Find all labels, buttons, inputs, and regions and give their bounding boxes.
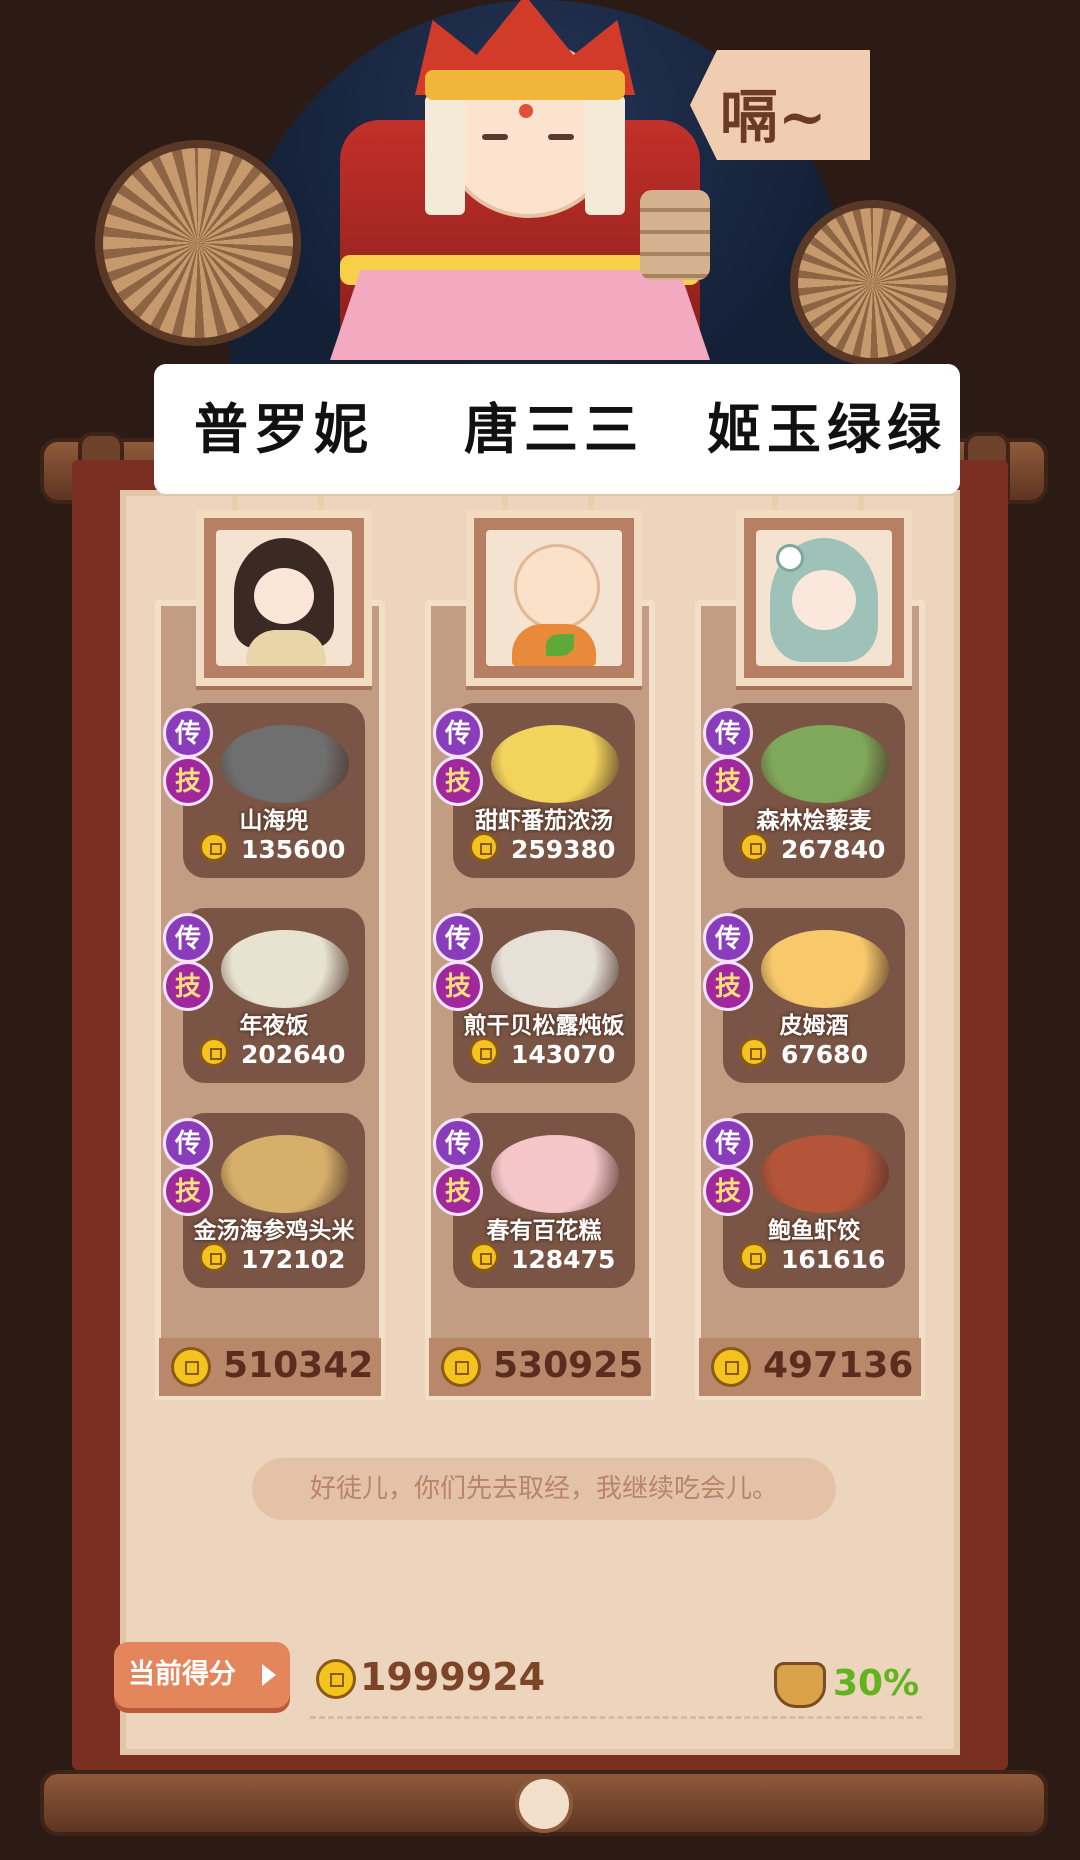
dish-name: 年夜饭 xyxy=(239,1013,309,1039)
coin-icon xyxy=(199,1037,229,1067)
forest-quinoa-icon xyxy=(761,725,889,803)
player-total-2: 530925 xyxy=(493,1345,644,1386)
legend-badge: 传 xyxy=(163,1118,213,1168)
dish-score: 161616 xyxy=(781,1245,886,1274)
veiled-lady-avatar-icon xyxy=(216,530,352,666)
legend-badge: 传 xyxy=(163,913,213,963)
dish-name: 煎干贝松露炖饭 xyxy=(463,1013,625,1039)
skill-badge: 技 xyxy=(163,1166,213,1216)
coin-icon xyxy=(469,832,499,862)
skill-badge: 技 xyxy=(433,1166,483,1216)
skill-badge: 技 xyxy=(703,1166,753,1216)
legend-badge: 传 xyxy=(703,1118,753,1168)
veil-right xyxy=(585,95,625,215)
bonus-percent: 30% xyxy=(833,1663,920,1704)
coin-icon xyxy=(739,1037,769,1067)
play-arrow-icon xyxy=(262,1664,276,1686)
coin-icon xyxy=(199,832,229,862)
left-fan-icon xyxy=(95,140,301,346)
coin-icon xyxy=(441,1347,481,1387)
legend-badge: 传 xyxy=(433,1118,483,1168)
food-bowl-bonus-icon xyxy=(774,1662,826,1708)
skill-badge: 技 xyxy=(163,961,213,1011)
dumpling-pan-icon xyxy=(221,725,349,803)
veil-left xyxy=(425,95,465,215)
coin-icon xyxy=(739,832,769,862)
green-hair-girl-avatar-icon xyxy=(756,530,892,666)
dish-score: 135600 xyxy=(241,835,346,864)
dish-score: 67680 xyxy=(781,1040,868,1069)
dish-score: 128475 xyxy=(511,1245,616,1274)
speech-bubble: 好徒儿，你们先去取经，我继续吃会儿。 xyxy=(252,1458,836,1520)
dish-name: 山海兜 xyxy=(239,808,309,834)
player-total-1: 510342 xyxy=(223,1345,374,1386)
portrait-player-1[interactable] xyxy=(196,510,372,686)
legend-badge: 传 xyxy=(703,913,753,963)
flower-cake-icon xyxy=(491,1135,619,1213)
scallop-risotto-icon xyxy=(491,930,619,1008)
pimms-drink-icon xyxy=(761,930,889,1008)
dish-name: 甜虾番茄浓汤 xyxy=(475,808,613,834)
golden-soup-icon xyxy=(221,1135,349,1213)
skill-badge: 技 xyxy=(703,961,753,1011)
shrimp-soup-icon xyxy=(491,725,619,803)
player-names-banner: 普罗妮 唐三三 姬玉绿绿 xyxy=(154,364,960,494)
coin-icon xyxy=(469,1242,499,1272)
current-score-value: 1999924 xyxy=(360,1655,546,1699)
player-name-2: 唐三三 xyxy=(464,397,644,461)
feast-platter-icon xyxy=(221,930,349,1008)
player-name-3: 姬玉绿绿 xyxy=(707,397,947,461)
dish-name: 皮姆酒 xyxy=(779,1013,849,1039)
dish-name: 金汤海参鸡头米 xyxy=(193,1218,355,1244)
dish-name: 森林烩藜麦 xyxy=(756,808,872,834)
dish-name: 春有百花糕 xyxy=(486,1218,602,1244)
total-bar-2: 530925 xyxy=(429,1338,651,1396)
skill-badge: 技 xyxy=(703,756,753,806)
scene-background: 嗝~ xyxy=(0,0,1080,420)
coin-icon xyxy=(739,1242,769,1272)
total-bar-3: 497136 xyxy=(699,1338,921,1396)
crown-band xyxy=(425,70,625,100)
coin-icon xyxy=(316,1659,356,1699)
skill-badge: 技 xyxy=(163,756,213,806)
legend-badge: 传 xyxy=(163,708,213,758)
player-name-1: 普罗妮 xyxy=(194,397,374,461)
current-score-tag[interactable]: 当前得分 xyxy=(114,1642,290,1708)
legend-badge: 传 xyxy=(433,708,483,758)
current-score-label: 当前得分 xyxy=(128,1659,236,1690)
coin-icon xyxy=(711,1347,751,1387)
portrait-player-3[interactable] xyxy=(736,510,912,686)
coin-icon xyxy=(469,1037,499,1067)
monk-avatar-icon xyxy=(486,530,622,666)
divider xyxy=(310,1716,922,1719)
total-bar-1: 510342 xyxy=(159,1338,381,1396)
legend-badge: 传 xyxy=(703,708,753,758)
dish-name: 鲍鱼虾饺 xyxy=(768,1218,860,1244)
dish-score: 202640 xyxy=(241,1040,346,1069)
scroll-knot-icon xyxy=(515,1775,573,1833)
dish-score: 259380 xyxy=(511,835,616,864)
legend-badge: 传 xyxy=(433,913,483,963)
coin-icon xyxy=(199,1242,229,1272)
coin-icon xyxy=(171,1347,211,1387)
portrait-player-2[interactable] xyxy=(466,510,642,686)
dish-score: 143070 xyxy=(511,1040,616,1069)
skill-badge: 技 xyxy=(433,756,483,806)
dish-score: 172102 xyxy=(241,1245,346,1274)
right-fan-icon xyxy=(790,200,956,366)
dining-table xyxy=(330,270,710,360)
skill-badge: 技 xyxy=(433,961,483,1011)
player-total-3: 497136 xyxy=(763,1345,914,1386)
dish-score: 267840 xyxy=(781,835,886,864)
abalone-dumpling-icon xyxy=(761,1135,889,1213)
burp-sign-text: 嗝~ xyxy=(720,83,827,151)
stacked-bowls-icon xyxy=(640,190,710,280)
